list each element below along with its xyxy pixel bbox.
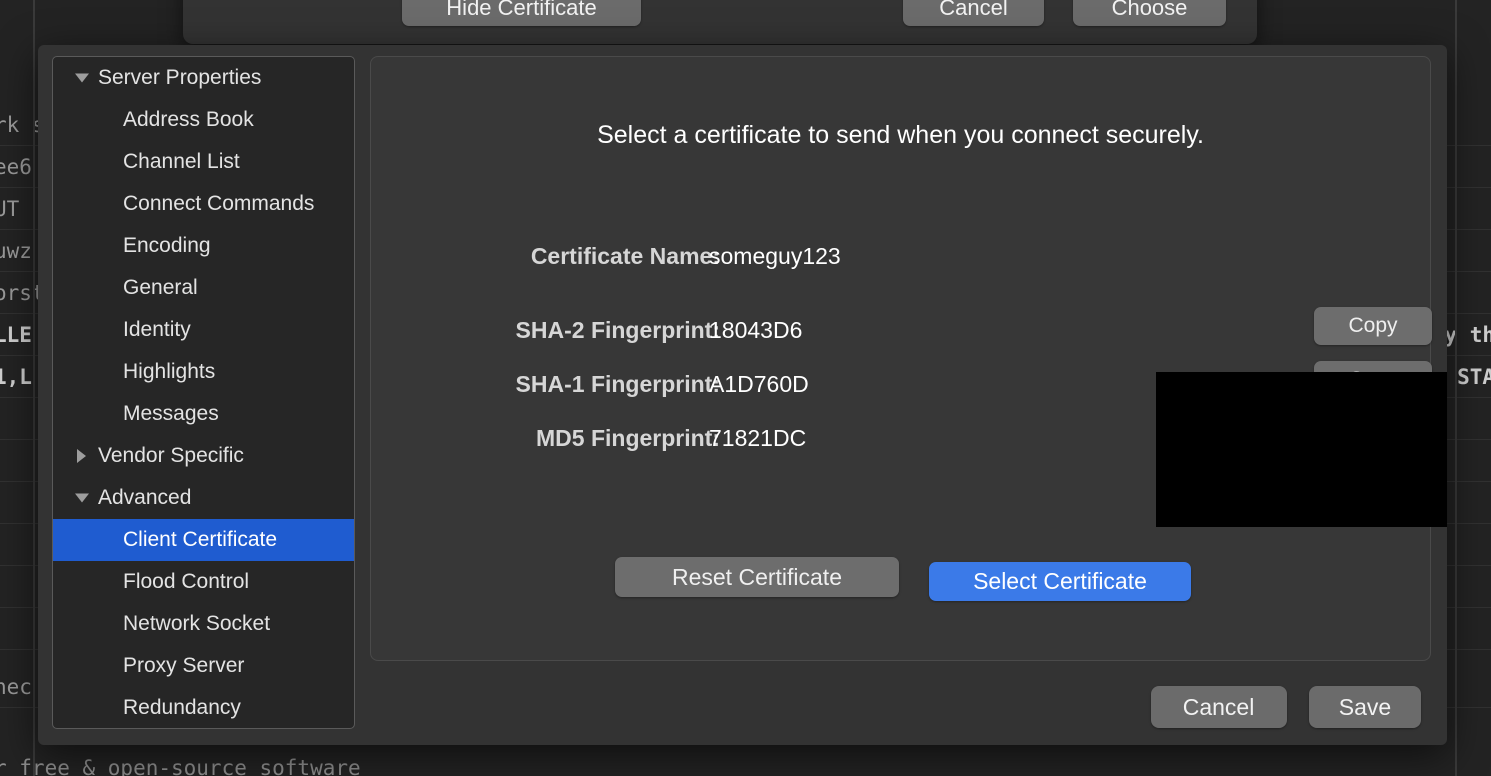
field-label: SHA-2 Fingerprint: xyxy=(515,317,720,343)
background-text-left: ee6 xyxy=(0,155,32,179)
sidebar-item-address-book[interactable]: Address Book xyxy=(53,99,354,141)
background-text-left: uwz xyxy=(0,239,32,263)
sidebar-item-label: Flood Control xyxy=(123,570,250,593)
sidebar-item-network-socket[interactable]: Network Socket xyxy=(53,603,354,645)
background-divider-right xyxy=(1455,0,1457,776)
save-button[interactable]: Save xyxy=(1309,686,1421,728)
sidebar-item-label: Redundancy xyxy=(123,696,241,719)
reset-certificate-button[interactable]: Reset Certificate xyxy=(615,557,899,597)
sidebar-item-server-properties[interactable]: Server Properties xyxy=(53,57,354,99)
sidebar-item-label: Vendor Specific xyxy=(98,444,244,467)
certificate-field-row: Certificate Name: someguy123 xyxy=(371,235,1432,309)
chooser-cancel-button[interactable]: Cancel xyxy=(903,0,1044,26)
sidebar-item-label: Server Properties xyxy=(98,66,262,89)
sidebar-item-advanced[interactable]: Advanced xyxy=(53,477,354,519)
sidebar-item-label: Channel List xyxy=(123,150,240,173)
panel-headline: Select a certificate to send when you co… xyxy=(597,121,1204,149)
preferences-sidebar[interactable]: Server Properties Address Book Channel Lis… xyxy=(52,56,355,729)
background-text-left: nec xyxy=(0,675,32,699)
sidebar-item-label: General xyxy=(123,276,198,299)
sidebar-item-client-certificate[interactable]: Client Certificate xyxy=(53,519,354,561)
sidebar-item-label: Connect Commands xyxy=(123,192,315,215)
background-text-right: STA xyxy=(1457,365,1491,389)
preferences-dialog: Server Properties Address Book Channel Lis… xyxy=(38,45,1447,745)
chevron-right-icon[interactable] xyxy=(77,449,86,463)
sidebar-item-redundancy[interactable]: Redundancy xyxy=(53,687,354,728)
sidebar-item-label: Identity xyxy=(123,318,191,341)
chevron-down-icon[interactable] xyxy=(75,73,89,83)
field-label: Certificate Name: xyxy=(530,243,720,269)
dialog-footer: Cancel Save xyxy=(1133,686,1421,728)
field-value: 71821DC xyxy=(709,425,807,451)
sidebar-item-identity[interactable]: Identity xyxy=(53,309,354,351)
cancel-button[interactable]: Cancel xyxy=(1150,686,1287,728)
screen: rk see6UTuwzorstLLEy th1,LSTAnec r free … xyxy=(0,0,1491,776)
hide-certificate-button[interactable]: Hide Certificate xyxy=(402,0,641,26)
sidebar-item-flood-control[interactable]: Flood Control xyxy=(53,561,354,603)
background-text-left: 1,L xyxy=(0,365,32,389)
sidebar-item-proxy-server[interactable]: Proxy Server xyxy=(53,645,354,687)
background-footer-text: r free & open-source software xyxy=(0,756,361,776)
sidebar-item-channel-list[interactable]: Channel List xyxy=(53,141,354,183)
sidebar-item-general[interactable]: General xyxy=(53,267,354,309)
chevron-down-icon[interactable] xyxy=(75,493,89,503)
sidebar-item-label: Highlights xyxy=(123,360,216,383)
certificate-field-row: SHA-2 Fingerprint: 18043D6 Copy xyxy=(371,307,1432,363)
sidebar-item-connect-commands[interactable]: Connect Commands xyxy=(53,183,354,225)
field-value: A1D760D xyxy=(709,371,809,397)
certificate-chooser-sheet: Hide Certificate Cancel Choose xyxy=(183,0,1257,44)
sidebar-item-label: Advanced xyxy=(98,486,192,509)
sidebar-item-encoding[interactable]: Encoding xyxy=(53,225,354,267)
field-label: SHA-1 Fingerprint: xyxy=(515,371,720,397)
copy-button[interactable]: Copy xyxy=(1314,307,1432,345)
background-text-right: y th xyxy=(1444,323,1491,347)
chooser-choose-button[interactable]: Choose xyxy=(1073,0,1226,26)
sidebar-item-label: Network Socket xyxy=(123,612,271,635)
client-certificate-panel: Select a certificate to send when you co… xyxy=(370,56,1447,661)
sidebar-item-vendor-specific[interactable]: Vendor Specific xyxy=(53,435,354,477)
redaction-overlay xyxy=(1156,372,1447,527)
background-divider-left xyxy=(33,0,35,776)
field-label: MD5 Fingerprint: xyxy=(536,425,720,451)
select-certificate-button[interactable]: Select Certificate xyxy=(929,562,1191,601)
background-text-left: UT xyxy=(0,197,20,221)
sidebar-item-messages[interactable]: Messages xyxy=(53,393,354,435)
background-text-left: LLE xyxy=(0,323,32,347)
field-value: someguy123 xyxy=(709,243,841,269)
sidebar-item-label: Client Certificate xyxy=(123,528,278,551)
sidebar-item-label: Encoding xyxy=(123,234,211,257)
sidebar-item-highlights[interactable]: Highlights xyxy=(53,351,354,393)
sidebar-item-label: Messages xyxy=(123,402,219,425)
sidebar-item-label: Address Book xyxy=(123,108,254,131)
certificate-actions: Reset Certificate Select Certificate xyxy=(371,557,1432,601)
field-value: 18043D6 xyxy=(709,317,803,343)
sidebar-item-label: Proxy Server xyxy=(123,654,245,677)
